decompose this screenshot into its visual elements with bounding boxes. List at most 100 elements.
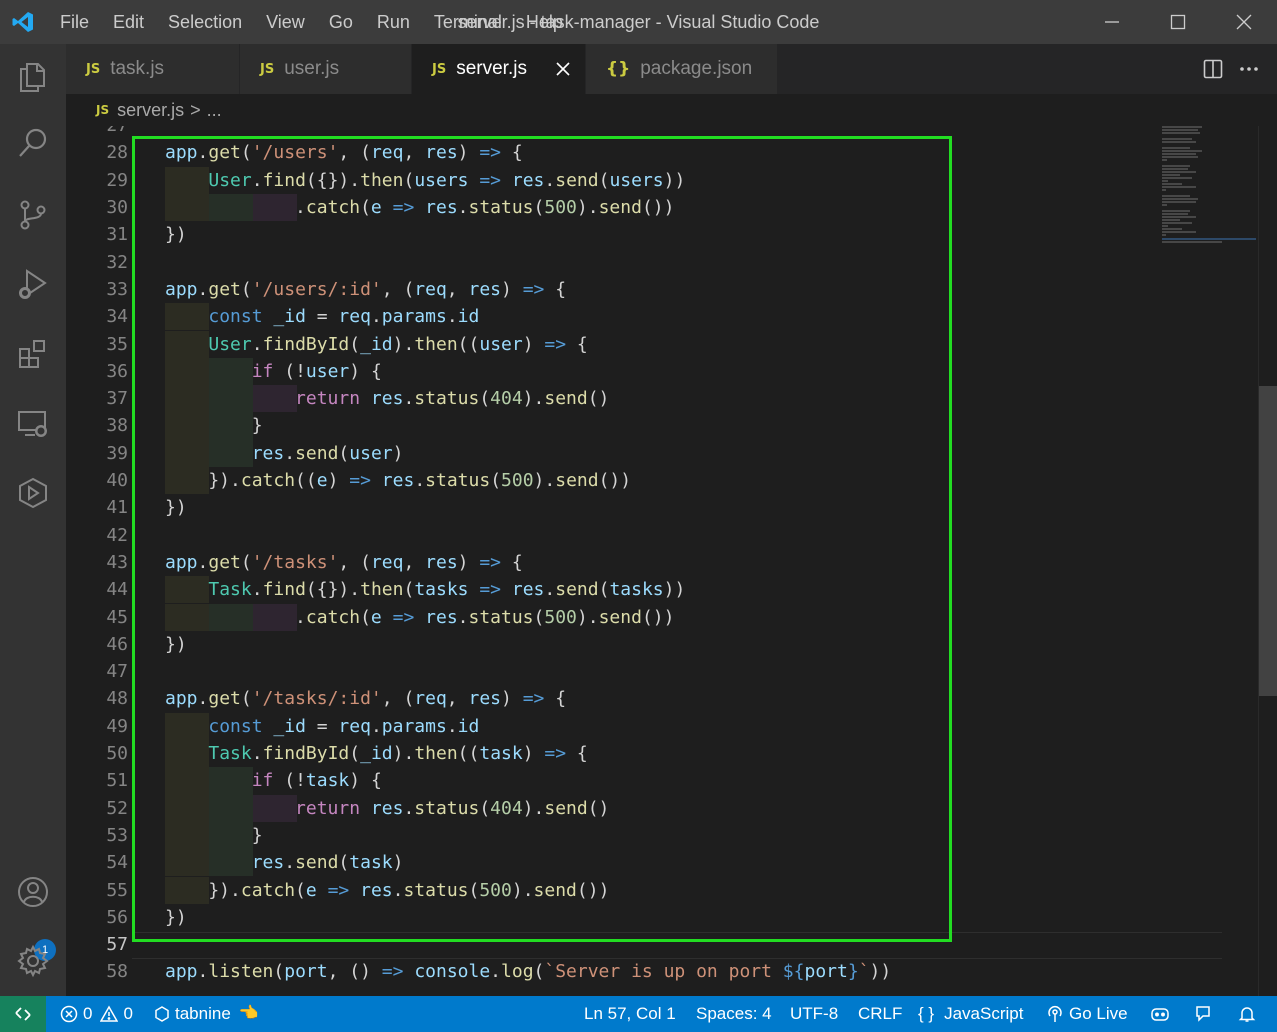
copilot-icon[interactable] bbox=[1150, 996, 1175, 1032]
line-number: 40 bbox=[106, 470, 128, 491]
menu-edit[interactable]: Edit bbox=[101, 0, 156, 44]
tab-server-js[interactable]: JS server.js bbox=[412, 44, 586, 94]
code-line: 51 if (!task) { bbox=[66, 767, 1156, 795]
cursor-position[interactable]: Ln 57, Col 1 bbox=[584, 996, 676, 1032]
extensions-icon[interactable] bbox=[0, 320, 66, 386]
search-icon[interactable] bbox=[0, 110, 66, 176]
js-file-icon: JS bbox=[96, 103, 110, 117]
menu-terminal[interactable]: Terminal bbox=[422, 0, 514, 44]
js-file-icon: JS bbox=[86, 61, 101, 77]
menu-bar: File Edit Selection View Go Run Terminal… bbox=[48, 0, 575, 44]
code-line: 52 return res.status(404).send() bbox=[66, 794, 1156, 822]
run-debug-icon[interactable] bbox=[0, 251, 66, 317]
menu-view[interactable]: View bbox=[254, 0, 317, 44]
tab-label: server.js bbox=[456, 58, 527, 79]
breadcrumb-symbol[interactable]: ... bbox=[207, 100, 222, 121]
line-number: 57 bbox=[106, 934, 128, 956]
line-number: 58 bbox=[106, 961, 128, 983]
code-text: res.send(task) bbox=[251, 852, 404, 874]
remote-indicator-icon[interactable] bbox=[0, 996, 46, 1032]
code-text: app.get('/tasks/:id', (req, res) => { bbox=[165, 688, 567, 710]
end-of-line[interactable]: CRLF bbox=[858, 996, 902, 1032]
line-number: 38 bbox=[106, 415, 128, 437]
breadcrumb-file[interactable]: server.js bbox=[117, 100, 184, 121]
menu-help[interactable]: Help bbox=[514, 0, 575, 44]
code-text: app.listen(port, () => console.log(`Serv… bbox=[165, 961, 892, 983]
status-bar: 0 0 tabnine 👈 Ln 57, Col 1 Spaces: 4 UTF… bbox=[0, 996, 1277, 1032]
encoding[interactable]: UTF-8 bbox=[790, 996, 838, 1032]
split-editor-icon[interactable] bbox=[1195, 51, 1231, 87]
code-text: if (!task) { bbox=[251, 770, 382, 792]
code-text: }).catch((e) => res.status(500).send()) bbox=[165, 470, 632, 491]
explorer-icon[interactable] bbox=[0, 44, 66, 110]
language-mode[interactable]: { } JavaScript bbox=[918, 996, 1023, 1032]
live-share-icon[interactable] bbox=[0, 460, 66, 526]
code-line: 28 app.get('/users', (req, res) => { bbox=[66, 139, 1156, 166]
tab-bar: JS task.js JS user.js JS server.js {} pa… bbox=[66, 44, 1277, 94]
indentation[interactable]: Spaces: 4 bbox=[696, 996, 772, 1032]
line-number: 50 bbox=[106, 743, 128, 764]
tabnine-icon bbox=[155, 1006, 169, 1022]
warning-icon bbox=[100, 1005, 119, 1022]
menu-go[interactable]: Go bbox=[317, 0, 365, 44]
json-file-icon: {} bbox=[606, 59, 631, 79]
activity-bar: 1 bbox=[0, 44, 66, 996]
line-number: 42 bbox=[106, 524, 128, 546]
notifications-bell-icon[interactable] bbox=[1238, 996, 1261, 1032]
code-line: 40 }).catch((e) => res.status(500).send(… bbox=[66, 467, 1156, 495]
line-number: 28 bbox=[106, 142, 128, 164]
minimap[interactable] bbox=[1162, 126, 1260, 246]
menu-selection[interactable]: Selection bbox=[156, 0, 254, 44]
tab-task-js[interactable]: JS task.js bbox=[66, 44, 240, 94]
tab-user-js[interactable]: JS user.js bbox=[240, 44, 412, 94]
code-text: return res.status(404).send() bbox=[295, 797, 610, 819]
line-number: 27 bbox=[66, 126, 128, 139]
maximize-button[interactable] bbox=[1145, 0, 1211, 44]
line-number: 32 bbox=[106, 251, 128, 273]
remote-explorer-icon[interactable] bbox=[0, 391, 66, 457]
code-text: } bbox=[165, 415, 263, 437]
tab-package-json[interactable]: {} package.json bbox=[586, 44, 778, 94]
tabnine-status[interactable]: tabnine 👈 bbox=[154, 996, 259, 1032]
code-line: 41}) bbox=[66, 494, 1156, 521]
menu-file[interactable]: File bbox=[48, 0, 101, 44]
window-controls bbox=[1079, 0, 1277, 44]
code-line: 35 User.findById(_id).then((user) => { bbox=[66, 330, 1156, 358]
code-text: res.send(user) bbox=[251, 442, 404, 464]
line-number: 49 bbox=[106, 715, 128, 737]
line-number: 31 bbox=[106, 224, 128, 246]
code-line: 30 .catch(e => res.status(500).send()) bbox=[66, 194, 1156, 222]
line-number: 30 bbox=[106, 197, 128, 218]
close-icon[interactable] bbox=[553, 59, 573, 79]
code-text: }) bbox=[165, 906, 187, 928]
account-icon[interactable] bbox=[0, 859, 66, 925]
feedback-icon[interactable] bbox=[1194, 996, 1217, 1032]
scrollbar-thumb[interactable] bbox=[1259, 386, 1277, 696]
code-line: 42 bbox=[66, 522, 1156, 549]
code-line: 33 app.get('/users/:id', (req, res) => { bbox=[66, 276, 1156, 303]
line-number: 35 bbox=[106, 333, 128, 355]
code-line: 32 bbox=[66, 249, 1156, 276]
close-window-button[interactable] bbox=[1211, 0, 1277, 44]
go-live-button[interactable]: Go Live bbox=[1046, 996, 1128, 1032]
line-number: 48 bbox=[106, 688, 128, 710]
hand-icon: 👈 bbox=[238, 1005, 259, 1022]
problems-indicator[interactable]: 0 0 bbox=[60, 996, 133, 1032]
line-number: 54 bbox=[106, 852, 128, 874]
code-editor[interactable]: 27 28 app.get('/users', (req, res) => { 2… bbox=[66, 126, 1277, 996]
gear-icon[interactable] bbox=[0, 928, 66, 994]
code-text: return res.status(404).send() bbox=[295, 388, 610, 410]
broadcast-icon bbox=[1048, 1006, 1062, 1022]
code-line: 29 User.find({}).then(users => res.send(… bbox=[66, 166, 1156, 194]
minimize-button[interactable] bbox=[1079, 0, 1145, 44]
line-number: 43 bbox=[106, 551, 128, 573]
line-number: 41 bbox=[106, 497, 128, 519]
line-number: 47 bbox=[106, 661, 128, 683]
source-control-icon[interactable] bbox=[0, 182, 66, 248]
line-number: 51 bbox=[106, 770, 128, 792]
code-line: 47 bbox=[66, 658, 1156, 685]
more-actions-icon[interactable] bbox=[1231, 51, 1267, 87]
vscode-logo-icon bbox=[0, 0, 46, 44]
menu-run[interactable]: Run bbox=[365, 0, 422, 44]
code-line: 36 if (!user) { bbox=[66, 357, 1156, 386]
